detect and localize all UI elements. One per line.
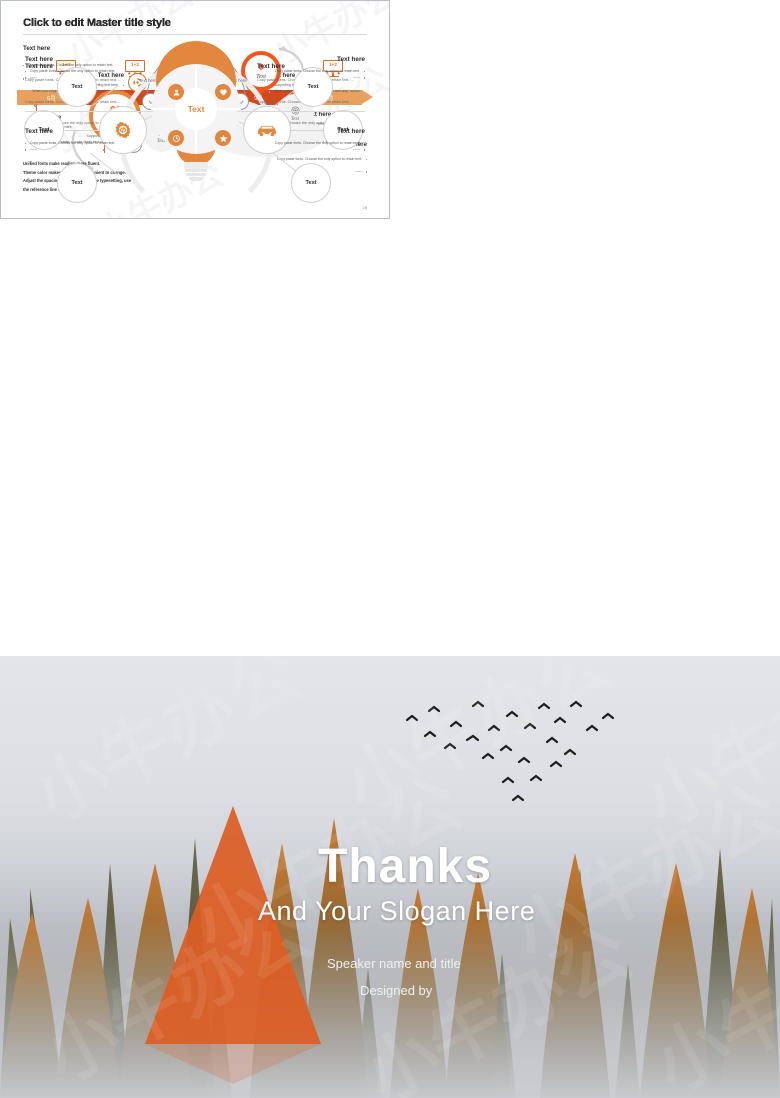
block-bullet: —— xyxy=(237,146,365,152)
block-heading: Text here xyxy=(337,128,365,135)
ppt-preview-page: 小牛办公 小牛办公 小牛办公 小牛办公 Click to edit Master… xyxy=(0,0,780,1098)
slide-thanks[interactable]: 小牛办公 小牛办公 小牛办公 小牛办公 小牛办公 小牛办公 小牛办公 小牛办公 … xyxy=(0,656,780,1098)
thanks-title: Thanks xyxy=(318,840,493,893)
title-rule xyxy=(23,34,367,35)
triangle-reflection xyxy=(145,1044,321,1084)
star-icon[interactable] xyxy=(215,130,231,146)
block-bullet: —— xyxy=(25,146,153,152)
donut-text-block[interactable]: Text here Copy paste fonts. Choose the o… xyxy=(237,128,365,153)
block-heading: Text here xyxy=(25,128,53,135)
block-bullet: —— xyxy=(237,74,365,80)
clock-icon[interactable] xyxy=(168,130,184,146)
slide-page-number: 29 xyxy=(362,205,367,210)
birds-flock xyxy=(405,700,615,802)
block-divider xyxy=(25,111,153,112)
block-heading: Text here xyxy=(25,56,53,63)
donut-text-block[interactable]: Text here Copy paste fonts. Choose the o… xyxy=(237,56,365,81)
block-heading: Text here xyxy=(337,56,365,63)
heart-hand-icon[interactable] xyxy=(215,84,231,100)
designed-by: Designed by xyxy=(360,983,433,998)
block-bullet: —— xyxy=(25,74,153,80)
slide-title: Click to edit Master title style xyxy=(23,17,171,29)
slide-thumbnail-grid: 小牛办公 小牛办公 小牛办公 小牛办公 Click to edit Master… xyxy=(0,0,780,657)
slide-29-donut[interactable]: 小牛办公 小牛办公 小牛办公 小牛办公 小牛办公 Click to edit M… xyxy=(0,0,390,219)
speaker-name: Speaker name and title xyxy=(327,956,461,971)
donut-text-block[interactable]: Text here Copy paste fonts. Choose the o… xyxy=(25,56,153,81)
donut-text-block[interactable]: Text here Copy paste fonts. Choose the o… xyxy=(25,128,153,153)
fog-overlay xyxy=(0,918,780,1098)
thanks-slogan: And Your Slogan Here xyxy=(258,896,536,926)
user-icon[interactable] xyxy=(168,84,184,100)
block-divider xyxy=(237,111,365,112)
